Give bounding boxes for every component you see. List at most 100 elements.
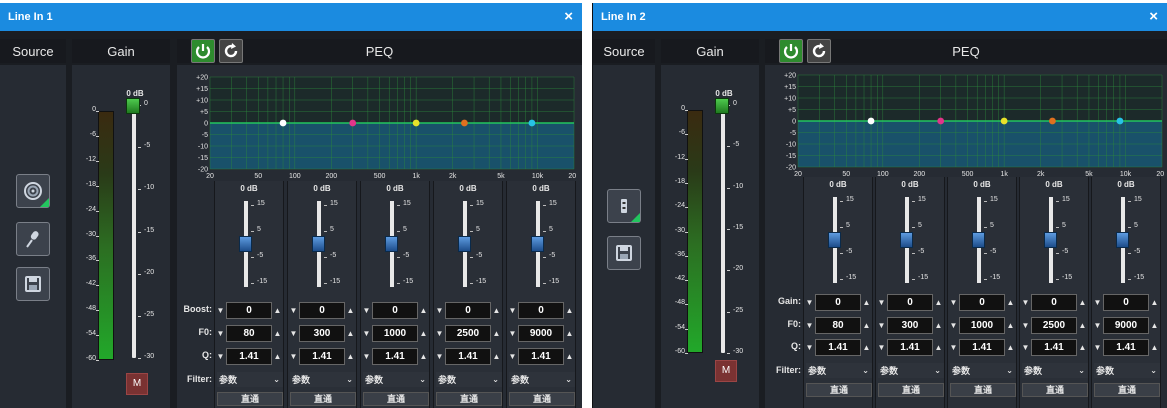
- band-f0-field[interactable]: 300: [299, 325, 345, 342]
- increment-icon[interactable]: ▲: [861, 343, 872, 352]
- decrement-icon[interactable]: ▼: [288, 306, 299, 315]
- bypass-button[interactable]: 直通: [1094, 383, 1160, 397]
- reset-button[interactable]: [807, 39, 831, 63]
- band-gain-field[interactable]: 0: [299, 302, 345, 319]
- band-handle-3[interactable]: [412, 119, 420, 127]
- increment-icon[interactable]: ▲: [345, 352, 356, 361]
- band-q-field[interactable]: 1.41: [518, 348, 564, 365]
- decrement-icon[interactable]: ▼: [434, 306, 445, 315]
- gain-fader-knob[interactable]: [715, 98, 729, 114]
- decrement-icon[interactable]: ▼: [948, 343, 959, 352]
- mute-button[interactable]: M: [715, 360, 737, 382]
- increment-icon[interactable]: ▲: [1077, 321, 1088, 330]
- band-gain-field[interactable]: 0: [1031, 294, 1077, 311]
- increment-icon[interactable]: ▲: [418, 352, 429, 361]
- band-fader-knob[interactable]: [312, 236, 325, 252]
- decrement-icon[interactable]: ▼: [1092, 343, 1103, 352]
- band-f0-field[interactable]: 1000: [372, 325, 418, 342]
- increment-icon[interactable]: ▲: [933, 343, 944, 352]
- band-f0-field[interactable]: 9000: [518, 325, 564, 342]
- decrement-icon[interactable]: ▼: [215, 352, 226, 361]
- bypass-button[interactable]: 直通: [290, 392, 356, 406]
- decrement-icon[interactable]: ▼: [1020, 343, 1031, 352]
- increment-icon[interactable]: ▲: [272, 352, 283, 361]
- band-gain-field[interactable]: 0: [1103, 294, 1149, 311]
- decrement-icon[interactable]: ▼: [804, 343, 815, 352]
- decrement-icon[interactable]: ▼: [948, 298, 959, 307]
- band-gain-field[interactable]: 0: [887, 294, 933, 311]
- bypass-button[interactable]: 直通: [509, 392, 575, 406]
- bypass-button[interactable]: 直通: [950, 383, 1016, 397]
- decrement-icon[interactable]: ▼: [507, 306, 518, 315]
- power-button[interactable]: [191, 39, 215, 63]
- decrement-icon[interactable]: ▼: [361, 329, 372, 338]
- decrement-icon[interactable]: ▼: [948, 321, 959, 330]
- increment-icon[interactable]: ▲: [933, 321, 944, 330]
- decrement-icon[interactable]: ▼: [876, 343, 887, 352]
- bypass-button[interactable]: 直通: [806, 383, 872, 397]
- band-fader-knob[interactable]: [458, 236, 471, 252]
- band-f0-field[interactable]: 1000: [959, 317, 1005, 334]
- band-handle-5[interactable]: [528, 119, 536, 127]
- band-gain-field[interactable]: 0: [226, 302, 272, 319]
- band-q-field[interactable]: 1.41: [1031, 339, 1077, 356]
- band-q-field[interactable]: 1.41: [226, 348, 272, 365]
- filter-select[interactable]: 参数 ⌄: [509, 372, 575, 387]
- filter-select[interactable]: 参数 ⌄: [1094, 363, 1160, 378]
- band-q-field[interactable]: 1.41: [445, 348, 491, 365]
- band-gain-field[interactable]: 0: [815, 294, 861, 311]
- band-handle-3[interactable]: [1000, 117, 1008, 125]
- gain-fader-track[interactable]: [132, 105, 136, 358]
- decrement-icon[interactable]: ▼: [876, 298, 887, 307]
- increment-icon[interactable]: ▲: [1149, 343, 1160, 352]
- decrement-icon[interactable]: ▼: [1020, 321, 1031, 330]
- decrement-icon[interactable]: ▼: [361, 306, 372, 315]
- increment-icon[interactable]: ▲: [861, 321, 872, 330]
- bypass-button[interactable]: 直通: [1022, 383, 1088, 397]
- decrement-icon[interactable]: ▼: [876, 321, 887, 330]
- increment-icon[interactable]: ▲: [564, 329, 575, 338]
- band-q-field[interactable]: 1.41: [959, 339, 1005, 356]
- filter-select[interactable]: 参数 ⌄: [1022, 363, 1088, 378]
- decrement-icon[interactable]: ▼: [507, 329, 518, 338]
- band-handle-4[interactable]: [461, 119, 468, 127]
- decrement-icon[interactable]: ▼: [361, 352, 372, 361]
- filter-select[interactable]: 参数 ⌄: [363, 372, 429, 387]
- increment-icon[interactable]: ▲: [1005, 321, 1016, 330]
- increment-icon[interactable]: ▲: [1077, 343, 1088, 352]
- band-f0-field[interactable]: 80: [226, 325, 272, 342]
- increment-icon[interactable]: ▲: [1005, 343, 1016, 352]
- gain-fader-track[interactable]: [721, 105, 725, 353]
- bypass-button[interactable]: 直通: [363, 392, 429, 406]
- filter-select[interactable]: 参数 ⌄: [217, 372, 283, 387]
- bypass-button[interactable]: 直通: [878, 383, 944, 397]
- port-button[interactable]: [607, 189, 641, 223]
- power-button[interactable]: [779, 39, 803, 63]
- band-fader-knob[interactable]: [1044, 232, 1057, 248]
- band-handle-1[interactable]: [279, 119, 287, 127]
- band-f0-field[interactable]: 300: [887, 317, 933, 334]
- peq-curve-graph[interactable]: +20+15+10+50-5-10-15-2020 50 100 200 500 1k 2k…: [180, 73, 576, 181]
- mute-button[interactable]: M: [126, 373, 148, 395]
- close-icon[interactable]: ×: [564, 8, 573, 25]
- increment-icon[interactable]: ▲: [564, 306, 575, 315]
- filter-select[interactable]: 参数 ⌄: [878, 363, 944, 378]
- increment-icon[interactable]: ▲: [272, 306, 283, 315]
- peq-curve-graph[interactable]: +20+15+10+50-5-10-15-2020 50 100 200 500 1k 2k…: [768, 71, 1164, 179]
- band-q-field[interactable]: 1.41: [1103, 339, 1149, 356]
- gain-fader-knob[interactable]: [126, 98, 140, 114]
- decrement-icon[interactable]: ▼: [804, 298, 815, 307]
- band-fader-knob[interactable]: [972, 232, 985, 248]
- band-q-field[interactable]: 1.41: [887, 339, 933, 356]
- decrement-icon[interactable]: ▼: [434, 352, 445, 361]
- increment-icon[interactable]: ▲: [345, 306, 356, 315]
- increment-icon[interactable]: ▲: [1077, 298, 1088, 307]
- increment-icon[interactable]: ▲: [491, 352, 502, 361]
- decrement-icon[interactable]: ▼: [804, 321, 815, 330]
- increment-icon[interactable]: ▲: [564, 352, 575, 361]
- band-handle-1[interactable]: [867, 117, 875, 125]
- filter-select[interactable]: 参数 ⌄: [806, 363, 872, 378]
- decrement-icon[interactable]: ▼: [215, 329, 226, 338]
- band-handle-2[interactable]: [937, 117, 945, 125]
- speaker-button[interactable]: [16, 174, 50, 208]
